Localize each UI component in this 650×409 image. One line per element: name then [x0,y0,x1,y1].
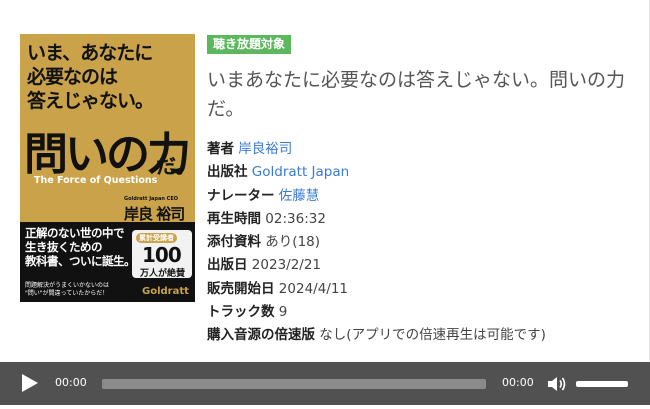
cover-da: だ。 [156,154,195,178]
volume-slider[interactable] [576,381,628,387]
cover-line-1: いま、あなたに [27,42,153,64]
volume-icon[interactable] [546,373,568,395]
detail-row: 出版社 Goldratt Japan [207,161,546,184]
details-list: 著者 岸良裕司 出版社 Goldratt Japan ナレーター 佐藤慧 再生時間 0… [207,138,546,348]
cover-line-2: 必要なのは [27,66,118,88]
cover-ceo: Goldratt Japan CEO [124,196,179,202]
detail-value: 2024/4/11 [278,280,349,297]
detail-row: 著者 岸良裕司 [207,138,546,161]
detail-link[interactable]: Goldratt Japan [252,164,349,180]
book-cover-image: いま、あなたに 必要なのは 答えじゃない。 問いの力 だ。 The Force … [20,34,195,302]
play-button[interactable] [22,374,38,392]
current-time: 00:00 [55,376,87,389]
listen-free-badge: 聴き放題対象 [207,35,292,54]
audiobook-card: いま、あなたに 必要なのは 答えじゃない。 問いの力 だ。 The Force … [0,0,650,362]
detail-label: 著者 [207,141,234,157]
detail-row: トラック数 9 [207,301,546,324]
seek-bar[interactable] [102,379,486,389]
detail-value: なし(アプリでの倍速再生は可能です) [319,327,546,344]
detail-row: 購入音源の倍速版 なし(アプリでの倍速再生は可能です) [207,324,546,347]
detail-label: 出版社 [207,164,248,181]
cover-badge-number: 100 [142,243,182,267]
detail-label: ナレーター [207,187,275,204]
detail-label: 添付資料 [207,234,261,251]
detail-row: 出版日 2023/2/21 [207,254,546,277]
cover-badge-unit: 万人が絶賛 [140,269,186,279]
cover-tagline: 正解のない世の中で 生き抜くための 教科書、ついに誕生。 [25,226,136,268]
detail-value: 2023/2/21 [251,257,322,274]
detail-label: 再生時間 [207,210,261,227]
detail-value: 9 [278,304,288,321]
detail-value: あり(18) [265,234,321,251]
detail-label: 販売開始日 [207,280,275,297]
detail-row: 再生時間 02:36:32 [207,208,546,231]
detail-value: 02:36:32 [265,210,326,227]
cover-line-3: 答えじゃない。 [27,90,154,112]
cover-author: 岸良 裕司 [124,205,185,223]
cover-brand-logo: Goldratt [142,286,189,297]
page-bottom-edge [0,405,650,409]
detail-label: 購入音源の倍速版 [207,327,315,344]
book-title: いまあなたに必要なのは答えじゃない。問いの力だ。 [207,69,626,120]
detail-label: 出版日 [207,257,248,274]
duration: 00:00 [502,376,534,389]
detail-link[interactable]: 岸良裕司 [238,141,292,157]
cover-english-title: The Force of Questions [34,175,158,186]
detail-row: ナレーター 佐藤慧 [207,185,546,208]
cover-small-text: 問題解決がうまくいかないのは "問い"が間違っていたからだ！ [25,282,110,297]
detail-row: 添付資料 あり(18) [207,231,546,254]
audio-player: 00:00 00:00 [0,362,650,405]
detail-row: 販売開始日 2024/4/11 [207,278,546,301]
detail-label: トラック数 [207,304,275,321]
cover-badge-top: 累計受講者 [136,233,177,243]
detail-link[interactable]: 佐藤慧 [279,188,320,204]
